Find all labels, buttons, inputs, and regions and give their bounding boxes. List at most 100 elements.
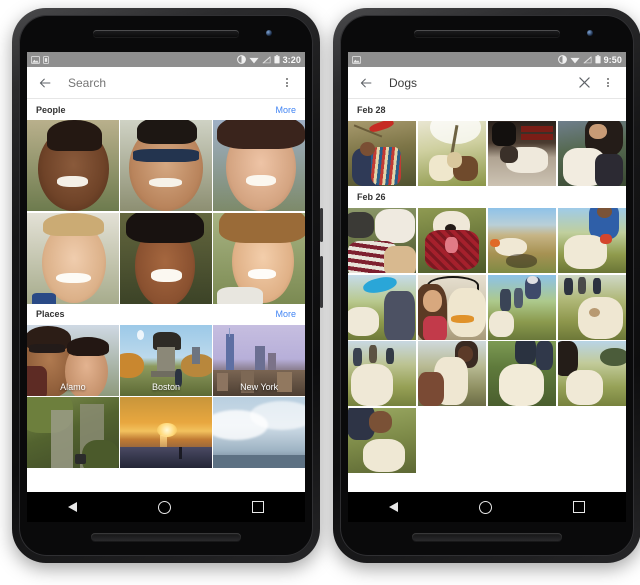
front-camera-icon bbox=[587, 30, 593, 36]
photo-caption-new-york: New York bbox=[240, 381, 279, 392]
photo-place-6[interactable] bbox=[213, 397, 305, 468]
photo-dog-10[interactable] bbox=[417, 274, 487, 340]
nav-home-icon[interactable] bbox=[157, 500, 171, 514]
nav-home-icon[interactable] bbox=[478, 500, 492, 514]
power-button[interactable] bbox=[320, 208, 323, 242]
photo-dog-12[interactable] bbox=[557, 274, 626, 340]
do-not-disturb-icon bbox=[557, 55, 567, 64]
volume-button[interactable] bbox=[320, 256, 323, 308]
left-status-bar: 3:20 bbox=[27, 52, 305, 67]
front-camera-icon bbox=[266, 30, 272, 36]
date-label-feb-28: Feb 28 bbox=[357, 105, 386, 115]
sim-icon bbox=[43, 55, 49, 64]
search-query-text[interactable]: Dogs bbox=[389, 76, 417, 90]
photo-dog-17[interactable] bbox=[348, 407, 417, 473]
section-more-people[interactable]: More bbox=[275, 105, 296, 115]
photo-place-5[interactable] bbox=[120, 397, 212, 468]
nav-back-icon[interactable] bbox=[388, 502, 398, 512]
section-label-places: Places bbox=[36, 309, 65, 319]
photo-dog-7[interactable] bbox=[487, 208, 557, 273]
battery-icon bbox=[595, 55, 601, 64]
earpiece-speaker bbox=[93, 30, 239, 37]
earpiece-speaker bbox=[414, 30, 560, 37]
grid-empty-cell bbox=[487, 407, 557, 473]
photo-dog-6[interactable] bbox=[417, 208, 487, 273]
overflow-menu-icon[interactable] bbox=[599, 74, 617, 92]
photo-person-2[interactable] bbox=[120, 120, 212, 211]
photo-icon bbox=[352, 55, 361, 64]
section-more-places[interactable]: More bbox=[275, 309, 296, 319]
date-header-feb-28: Feb 28 bbox=[348, 99, 626, 121]
photo-dog-16[interactable] bbox=[557, 341, 626, 406]
photo-dog-4[interactable] bbox=[557, 121, 626, 186]
photo-person-6[interactable] bbox=[213, 212, 305, 304]
left-phone-device: 3:20 Search People More Places More Alam… bbox=[12, 8, 323, 563]
photo-person-4[interactable] bbox=[27, 212, 119, 304]
photo-icon bbox=[31, 55, 40, 64]
battery-icon bbox=[274, 55, 280, 64]
overflow-dots bbox=[286, 78, 288, 87]
photo-place-boston[interactable]: Boston bbox=[120, 324, 212, 396]
left-status-time: 3:20 bbox=[282, 54, 301, 65]
right-app-bar: Dogs bbox=[348, 67, 626, 99]
photo-dog-9[interactable] bbox=[348, 274, 417, 340]
right-nav-bar bbox=[348, 492, 626, 522]
left-phone-screen: 3:20 Search People More Places More Alam… bbox=[27, 52, 305, 522]
left-grid-filler bbox=[27, 468, 305, 476]
wifi-icon bbox=[248, 57, 259, 63]
bottom-speaker bbox=[91, 533, 241, 541]
grid-empty-cell bbox=[557, 407, 626, 473]
feb-28-photo-grid bbox=[348, 121, 626, 186]
section-header-people: People More bbox=[27, 99, 305, 120]
left-app-bar: Search bbox=[27, 67, 305, 99]
photo-dog-2[interactable] bbox=[417, 121, 487, 186]
photo-dog-1[interactable] bbox=[348, 121, 417, 186]
photo-dog-14[interactable] bbox=[417, 341, 487, 406]
clear-x-icon[interactable] bbox=[575, 74, 593, 92]
bottom-speaker bbox=[412, 533, 562, 541]
photo-place-4[interactable] bbox=[27, 397, 119, 468]
photo-person-5[interactable] bbox=[120, 212, 212, 304]
right-phone-device: 9:50 Dogs Feb 28 Feb 26 bbox=[333, 8, 640, 563]
photo-place-new-york[interactable]: New York bbox=[213, 324, 305, 396]
right-status-bar: 9:50 bbox=[348, 52, 626, 67]
photo-person-3[interactable] bbox=[213, 120, 305, 211]
overflow-menu-icon[interactable] bbox=[278, 74, 296, 92]
right-status-time: 9:50 bbox=[603, 54, 622, 65]
grid-empty-cell bbox=[417, 407, 487, 473]
back-arrow-icon[interactable] bbox=[36, 74, 54, 92]
date-label-feb-26: Feb 26 bbox=[357, 192, 386, 202]
back-arrow-icon[interactable] bbox=[357, 74, 375, 92]
places-photo-grid: Alamo Boston New York bbox=[27, 324, 305, 468]
photo-dog-5[interactable] bbox=[348, 208, 417, 273]
do-not-disturb-icon bbox=[236, 55, 246, 64]
video-badge-icon bbox=[74, 453, 86, 464]
photo-dog-15[interactable] bbox=[487, 341, 557, 406]
nav-recents-icon[interactable] bbox=[252, 501, 265, 513]
people-photo-grid bbox=[27, 120, 305, 304]
date-header-feb-26: Feb 26 bbox=[348, 186, 626, 208]
section-header-places: Places More bbox=[27, 303, 305, 325]
signal-off-icon bbox=[262, 55, 271, 64]
photo-caption-alamo: Alamo bbox=[60, 381, 86, 392]
signal-off-icon bbox=[583, 55, 592, 64]
right-phone-screen: 9:50 Dogs Feb 28 Feb 26 bbox=[348, 52, 626, 522]
left-nav-bar bbox=[27, 492, 305, 522]
wifi-icon bbox=[569, 57, 580, 63]
search-input[interactable]: Search bbox=[68, 76, 106, 90]
photo-dog-13[interactable] bbox=[348, 341, 417, 406]
photo-dog-11[interactable] bbox=[487, 274, 557, 340]
nav-back-icon[interactable] bbox=[67, 502, 77, 512]
right-status-right-group: 9:50 bbox=[557, 54, 622, 65]
overflow-dots bbox=[607, 78, 609, 87]
section-label-people: People bbox=[36, 104, 66, 115]
photo-place-alamo[interactable]: Alamo bbox=[27, 324, 119, 396]
photo-caption-boston: Boston bbox=[151, 381, 180, 392]
photo-person-1[interactable] bbox=[27, 120, 119, 211]
nav-recents-icon[interactable] bbox=[573, 501, 586, 513]
screenshot-stage: 3:20 Search People More Places More Alam… bbox=[0, 0, 640, 585]
feb-26-photo-grid bbox=[348, 208, 626, 473]
left-status-right-group: 3:20 bbox=[236, 54, 301, 65]
photo-dog-3[interactable] bbox=[487, 121, 557, 186]
photo-dog-8[interactable] bbox=[557, 208, 626, 273]
